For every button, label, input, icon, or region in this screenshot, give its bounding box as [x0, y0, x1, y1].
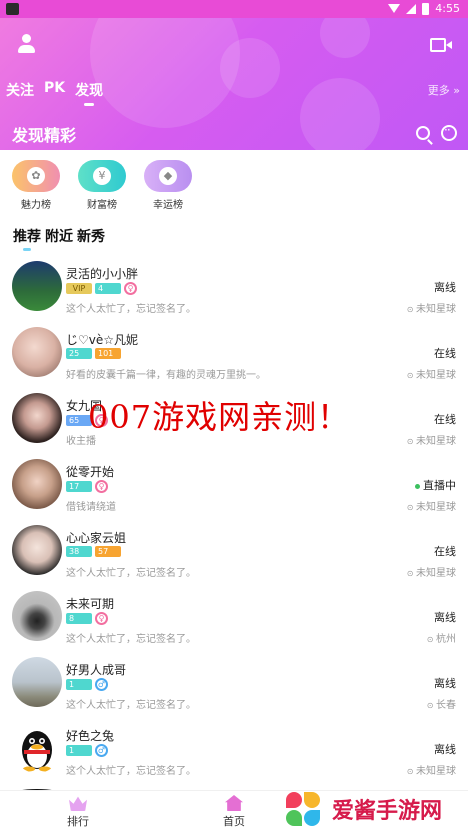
avatar [12, 261, 62, 311]
battery-icon [422, 2, 430, 15]
video-camera-icon[interactable] [430, 38, 452, 52]
money-bag-icon: ¥ [93, 167, 111, 185]
list-item[interactable]: じ♡vè☆凡妮 25 101 好看的皮囊千篇一律，有趣的灵魂万里挑一。 在线 未… [0, 323, 468, 389]
location-text: 未知星球 [407, 366, 456, 381]
pinwheel-logo-icon [280, 786, 326, 832]
female-icon: ♀ [124, 282, 137, 295]
profile-icon[interactable] [16, 34, 36, 54]
brand-text: 爱酱手游网 [332, 799, 443, 824]
location-text: 未知星球 [407, 300, 456, 315]
location-text: 未知星球 [407, 432, 456, 447]
list-item[interactable]: 從零开始 17 ♀ 借钱请绕道 直播中 未知星球 [0, 455, 468, 521]
wifi-icon [388, 4, 401, 13]
status-text: 离线 [434, 611, 456, 624]
app-notification-icon [6, 3, 19, 15]
avatar [12, 393, 62, 443]
status-time: 4:55 [435, 2, 460, 15]
status-text: 在线 [434, 347, 456, 360]
avatar [12, 723, 62, 773]
tab-recommend[interactable]: 推荐 [13, 226, 41, 251]
avatar [12, 327, 62, 377]
search-icon[interactable] [416, 126, 430, 140]
home-icon [225, 795, 243, 811]
female-icon: ♀ [95, 480, 108, 493]
list-item[interactable]: 好男人成哥 1 ♂ 这个人太忙了，忘记签名了。 离线 长春 [0, 653, 468, 719]
tab-pk[interactable]: PK [44, 80, 65, 106]
message-icon[interactable] [441, 123, 457, 141]
status-text: 离线 [434, 677, 456, 690]
list-item[interactable]: 心心家云姐 38 57 这个人太忙了，忘记签名了。 在线 未知星球 [0, 521, 468, 587]
location-text: 未知星球 [407, 498, 456, 513]
level-badge: 25 [66, 348, 92, 359]
status-text: 在线 [434, 413, 456, 426]
status-text: 在线 [434, 545, 456, 558]
list-item[interactable]: 灵活的小小胖 VIP 4 ♀ 这个人太忙了，忘记签名了。 离线 未知星球 [0, 257, 468, 323]
status-text: 离线 [434, 743, 456, 756]
signal-icon [406, 3, 417, 14]
avatar [12, 657, 62, 707]
header: 关注 PK 发现 更多 » 发现精彩 [0, 18, 468, 150]
status-bar: 4:55 [0, 0, 468, 18]
watermark-text: 007游戏网亲测！ [88, 398, 351, 436]
lucky-box-icon: ◆ [159, 167, 177, 185]
level-badge: 1 [66, 745, 92, 756]
tab-newcomer[interactable]: 新秀 [77, 226, 105, 246]
tab-nearby[interactable]: 附近 [45, 226, 73, 246]
male-icon: ♂ [95, 678, 108, 691]
location-text: 杭州 [427, 630, 456, 645]
nav-ranking[interactable]: 排行 [48, 795, 108, 829]
status-text: 直播中 [415, 477, 456, 493]
female-icon: ♀ [95, 612, 108, 625]
status-text: 离线 [434, 281, 456, 294]
list-item[interactable]: 好色之兔 1 ♂ 这个人太忙了，忘记签名了。 离线 未知星球 [0, 719, 468, 785]
location-text: 未知星球 [407, 564, 456, 579]
male-icon: ♂ [95, 744, 108, 757]
level-badge: 38 [66, 546, 92, 557]
nav-home[interactable]: 首页 [204, 795, 264, 829]
vip-badge: VIP [66, 283, 92, 294]
wealth-level-badge: 101 [95, 348, 121, 359]
wealth-rank-button[interactable]: ¥ 财富榜 [78, 160, 126, 211]
crown-icon [69, 796, 87, 811]
lucky-rank-button[interactable]: ◆ 幸运榜 [144, 160, 192, 211]
wealth-level-badge: 57 [95, 546, 121, 557]
level-badge: 4 [95, 283, 121, 294]
avatar [12, 591, 62, 641]
level-badge: 1 [66, 679, 92, 690]
sub-tabs: 推荐 附近 新秀 [13, 226, 105, 251]
section-title: 发现精彩 [12, 126, 77, 145]
brand-logo: 爱酱手游网 [280, 786, 442, 832]
location-text: 长春 [427, 696, 456, 711]
penguin-avatar-icon [22, 731, 52, 772]
charm-rank-button[interactable]: ✿ 魅力榜 [12, 160, 60, 211]
live-dot-icon [415, 483, 420, 489]
level-badge: 8 [66, 613, 92, 624]
tab-follow[interactable]: 关注 [6, 80, 34, 106]
avatar [12, 525, 62, 575]
ranking-shortcuts: ✿ 魅力榜 ¥ 财富榜 ◆ 幸运榜 [12, 160, 192, 211]
more-link[interactable]: 更多 » [428, 82, 460, 98]
location-text: 未知星球 [407, 762, 456, 777]
flower-icon: ✿ [27, 167, 45, 185]
top-tabs: 关注 PK 发现 [6, 80, 103, 106]
level-badge: 17 [66, 481, 92, 492]
avatar [12, 459, 62, 509]
list-item[interactable]: 未来可期 8 ♀ 这个人太忙了，忘记签名了。 离线 杭州 [0, 587, 468, 653]
tab-discover[interactable]: 发现 [75, 80, 103, 106]
